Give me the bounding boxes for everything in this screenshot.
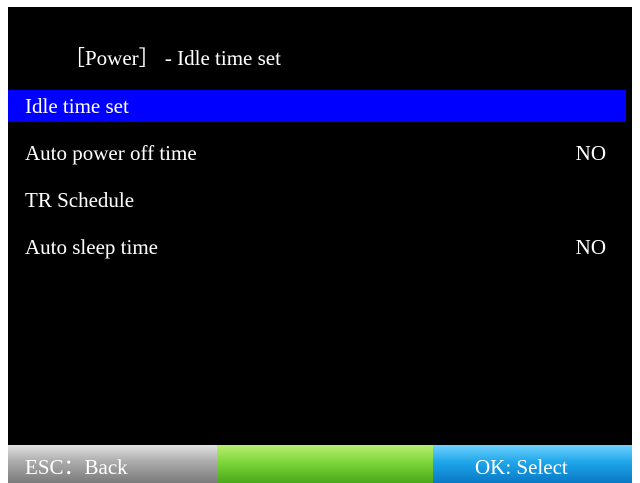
device-screen: ［Power］ - Idle time set Idle time set Au… — [8, 7, 632, 483]
menu-item-auto-sleep-time[interactable]: Auto sleep time NO — [8, 231, 626, 263]
page-title: ［Power］ - Idle time set — [64, 46, 281, 70]
menu-item-idle-time-set[interactable]: Idle time set — [8, 90, 626, 122]
softkey-bar: ESC：Back OK: Select — [8, 445, 632, 483]
menu-item-label: Auto power off time — [25, 141, 197, 165]
menu-item-value: NO — [575, 235, 606, 259]
ok-select-button[interactable]: OK: Select — [433, 445, 632, 483]
menu-list: Idle time set Auto power off time NO TR … — [8, 90, 626, 278]
menu-item-label: TR Schedule — [25, 188, 135, 212]
menu-item-tr-schedule[interactable]: TR Schedule — [8, 184, 626, 216]
menu-item-label: Idle time set — [25, 94, 129, 118]
menu-item-auto-power-off-time[interactable]: Auto power off time NO — [8, 137, 626, 169]
menu-item-label: Auto sleep time — [25, 235, 158, 259]
esc-back-button[interactable]: ESC：Back — [8, 445, 217, 483]
center-softkey-button[interactable] — [217, 445, 433, 483]
menu-item-value: NO — [575, 141, 606, 165]
